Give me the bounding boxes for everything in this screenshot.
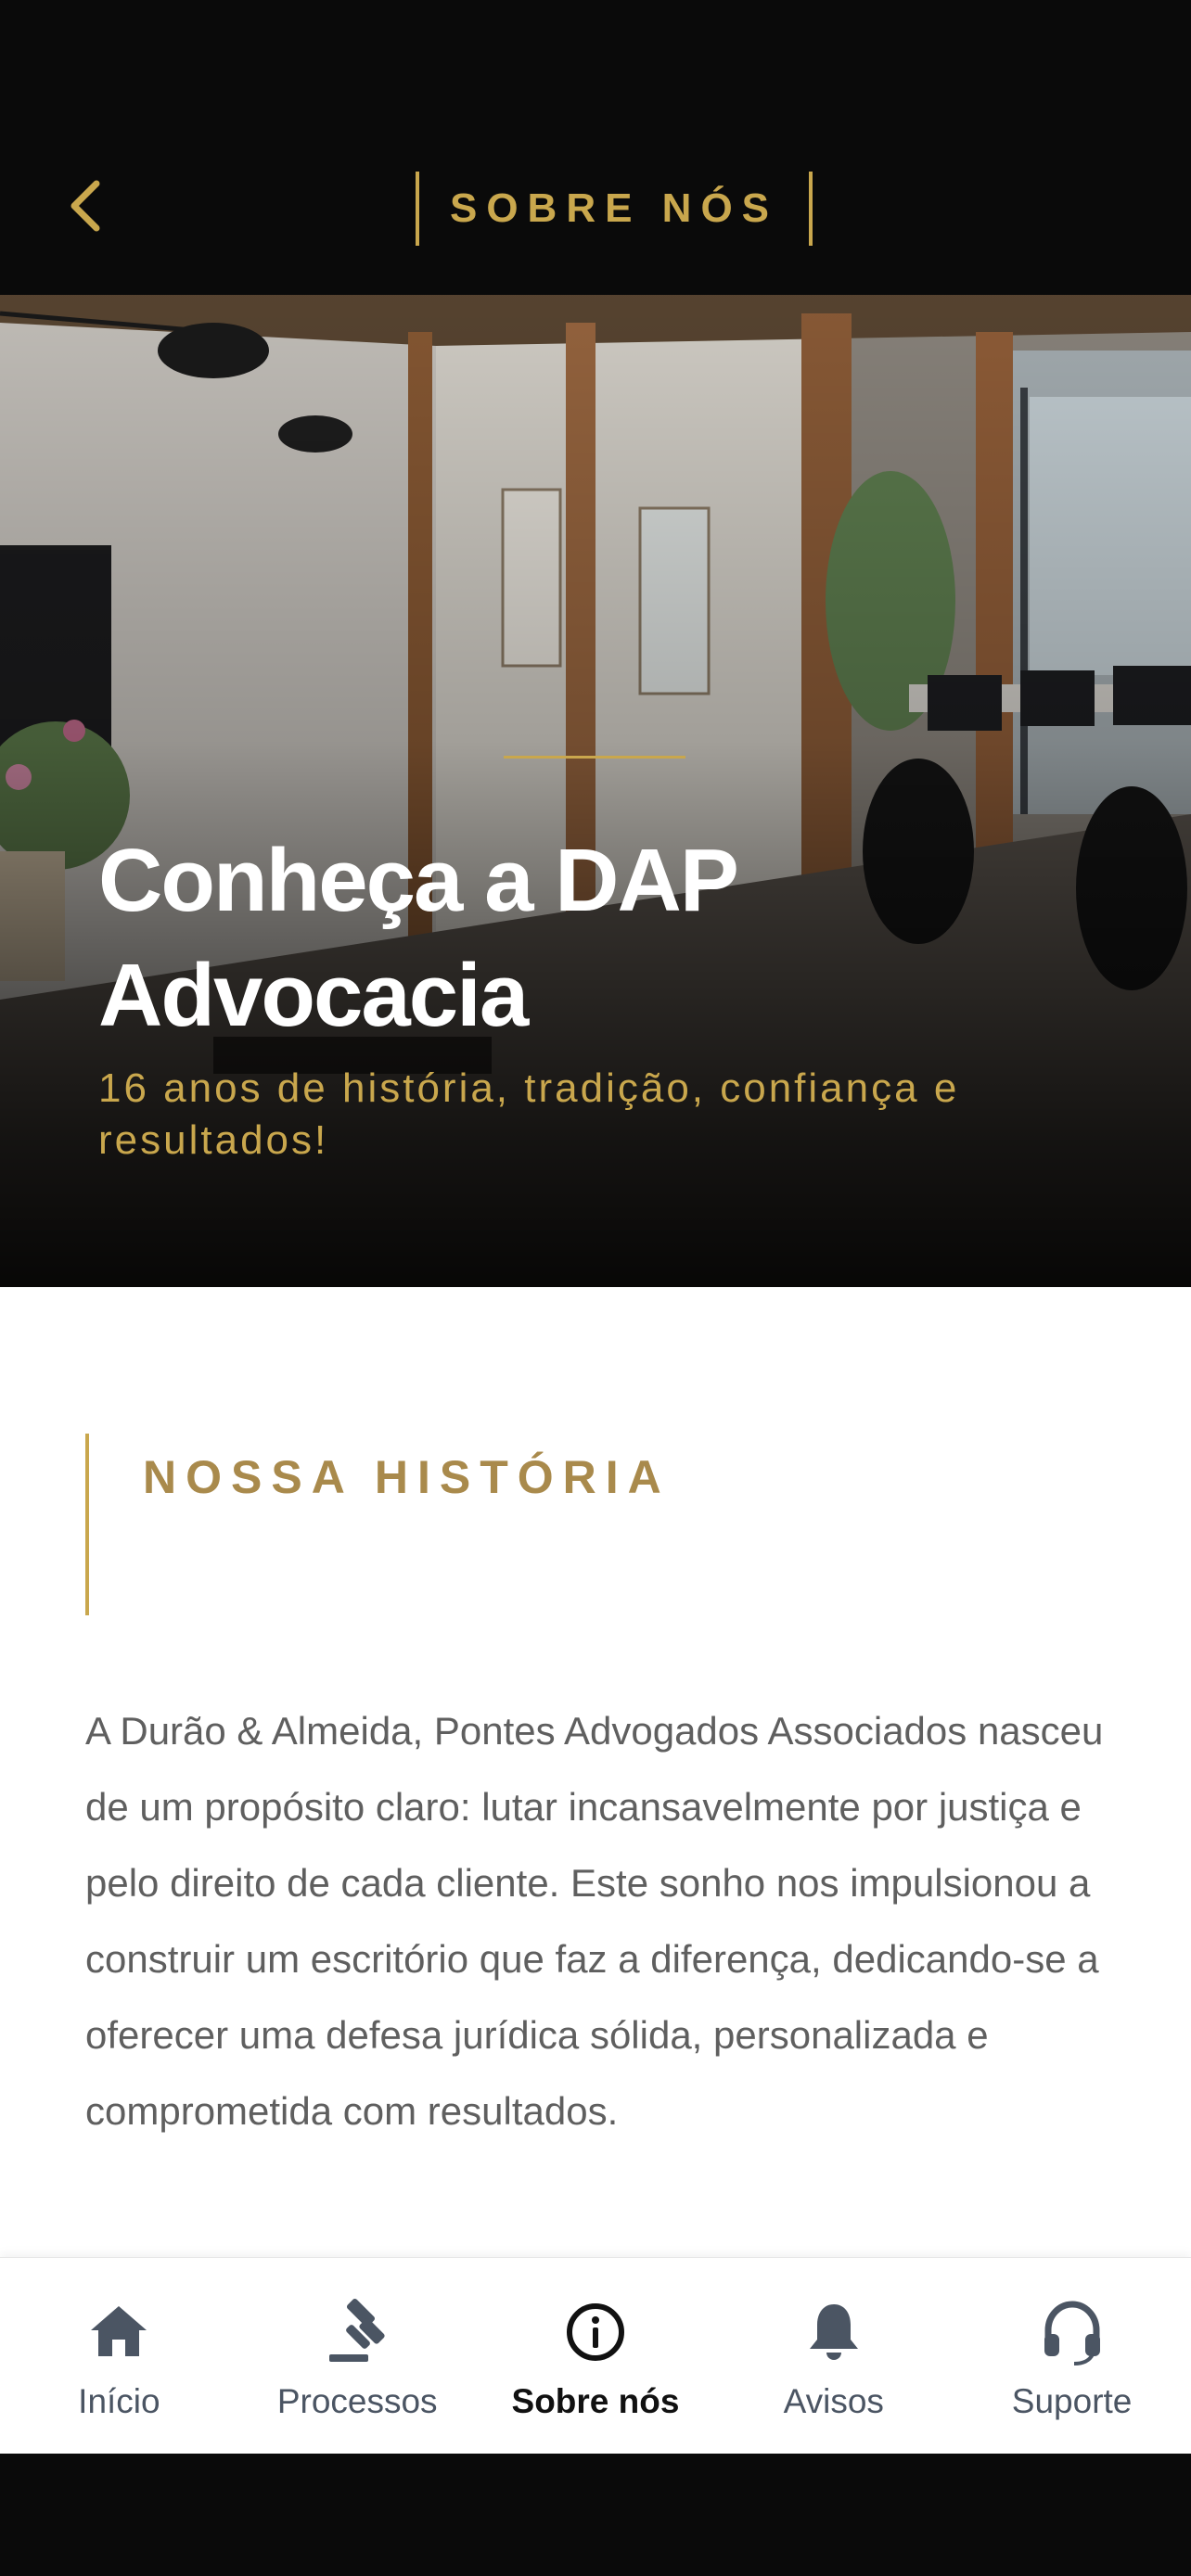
hero-accent-line	[504, 756, 685, 759]
section-title: NOSSA HISTÓRIA	[143, 1451, 671, 1503]
chevron-left-icon	[70, 180, 100, 232]
bell-icon	[809, 2304, 858, 2360]
tab-sobre-nos[interactable]: Sobre nós	[477, 2258, 715, 2455]
info-icon	[566, 2303, 624, 2361]
back-button[interactable]	[52, 172, 119, 239]
headset-icon	[1044, 2301, 1100, 2366]
system-bottom-bar	[0, 2454, 1191, 2576]
top-header: SOBRE NÓS	[0, 0, 1191, 295]
tab-label: Avisos	[783, 2382, 884, 2420]
hero-heading: Conheça a DAP Advocacia	[98, 831, 737, 1045]
tab-processos[interactable]: Processos	[238, 2258, 477, 2455]
tab-label: Sobre nós	[511, 2382, 680, 2420]
hero-banner: Conheça a DAP Advocacia 16 anos de histó…	[0, 295, 1191, 1287]
page-title-frame: SOBRE NÓS	[416, 172, 813, 246]
hero-subtitle: 16 anos de história, tradição, confiança…	[98, 1065, 960, 1163]
home-icon	[91, 2306, 147, 2356]
bottom-tab-bar: Início Processos Sobre nós Avisos Suport…	[0, 2257, 1191, 2455]
gavel-icon	[329, 2298, 385, 2362]
tab-inicio[interactable]: Início	[0, 2258, 238, 2455]
tab-avisos[interactable]: Avisos	[714, 2258, 953, 2455]
history-paragraph: A Durão & Almeida, Pontes Advogados Asso…	[85, 1709, 1104, 2133]
section-accent-bar	[85, 1434, 89, 1615]
tab-label: Início	[78, 2382, 160, 2420]
page-title: SOBRE NÓS	[449, 185, 779, 231]
history-section: NOSSA HISTÓRIA A Durão & Almeida, Pontes…	[0, 1287, 1191, 2257]
tab-label: Processos	[276, 2382, 438, 2420]
tab-suporte[interactable]: Suporte	[953, 2258, 1191, 2455]
tab-label: Suporte	[1011, 2382, 1133, 2420]
